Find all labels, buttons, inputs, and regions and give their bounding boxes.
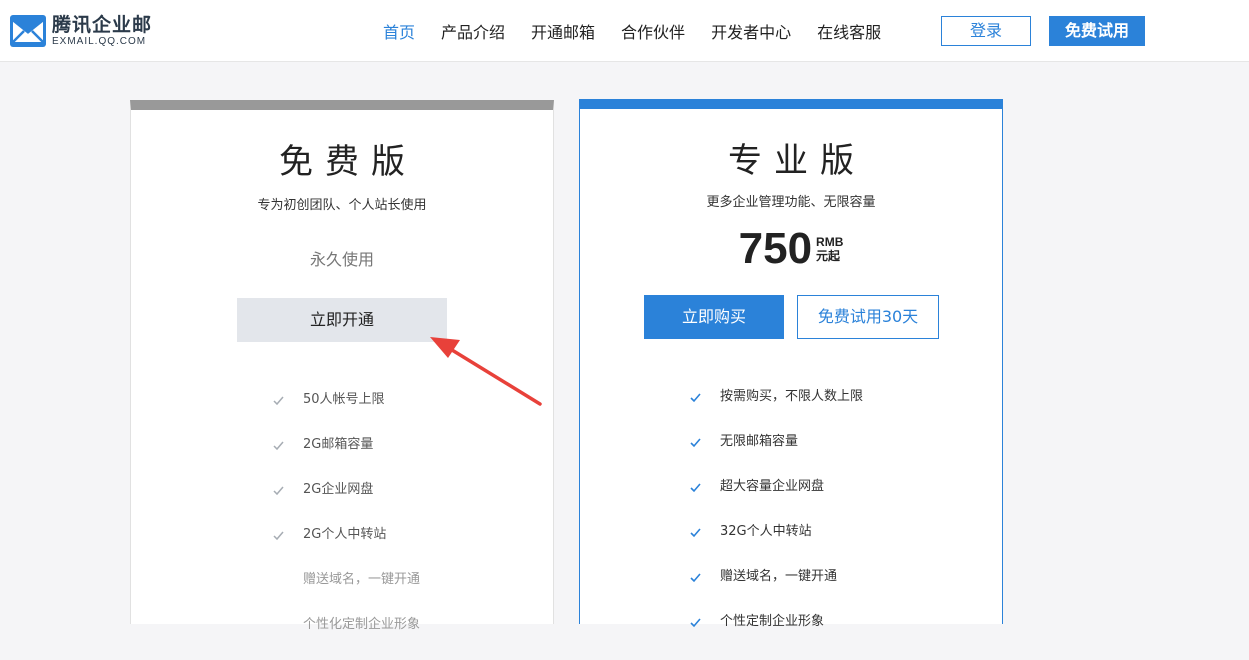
nav-item-support[interactable]: 在线客服: [804, 19, 894, 43]
check-icon: [690, 618, 701, 628]
feature-text: 无限邮箱容量: [720, 434, 799, 449]
feature-text: 50人帐号上限: [303, 392, 385, 407]
feature-item: 按需购买，不限人数上限: [580, 387, 1002, 432]
feature-item: 2G邮箱容量: [131, 435, 553, 480]
check-icon: [690, 528, 701, 538]
feature-text: 32G个人中转站: [720, 524, 812, 539]
pro-plan-title: 专业版: [728, 141, 866, 181]
check-icon: [273, 531, 284, 541]
free-plan-title: 免费版: [279, 142, 417, 182]
feature-item: 2G个人中转站: [131, 525, 553, 570]
free-plan-duration: 永久使用: [309, 250, 374, 269]
price-amount: 750: [738, 224, 813, 273]
exmail-logo-icon: [10, 15, 46, 47]
feature-item: 个性定制企业形象: [580, 612, 1002, 657]
feature-text: 个性化定制企业形象: [303, 617, 421, 632]
check-icon: [690, 438, 701, 448]
logo-chinese-name: 腾讯企业邮: [52, 13, 153, 36]
feature-item: 赠送域名，一键开通: [580, 567, 1002, 612]
pro-feature-list: 按需购买，不限人数上限 无限邮箱容量 超大容量企业网盘 32G个人中转站 赠送域…: [580, 387, 1002, 657]
pro-plan-subtitle: 更多企业管理功能、无限容量: [706, 195, 876, 210]
free-trial-button[interactable]: 免费试用: [1049, 16, 1145, 46]
main-nav: 首页 产品介绍 开通邮箱 合作伙伴 开发者中心 在线客服: [370, 0, 894, 62]
free-feature-list: 50人帐号上限 2G邮箱容量 2G企业网盘 2G个人中转站 赠送域名，一键开通 …: [131, 390, 553, 660]
feature-item: 赠送域名，一键开通: [131, 570, 553, 615]
check-icon: [690, 393, 701, 403]
feature-text: 赠送域名，一键开通: [303, 572, 421, 587]
price-unit: RMB 元起: [816, 235, 843, 263]
free-trial-30-days-button[interactable]: 免费试用30天: [797, 295, 939, 339]
price-currency: RMB: [816, 235, 844, 249]
price-suffix: 元起: [816, 249, 841, 263]
feature-item: 50人帐号上限: [131, 390, 553, 435]
free-plan-card: 免费版 专为初创团队、个人站长使用 永久使用 立即开通 50人帐号上限 2G邮箱…: [130, 100, 554, 632]
feature-text: 赠送域名，一键开通: [720, 569, 838, 584]
login-button[interactable]: 登录: [941, 16, 1031, 46]
feature-item: 超大容量企业网盘: [580, 477, 1002, 522]
nav-item-product[interactable]: 产品介绍: [428, 19, 518, 43]
nav-item-developer[interactable]: 开发者中心: [698, 19, 804, 43]
check-icon: [690, 483, 701, 493]
feature-item: 32G个人中转站: [580, 522, 1002, 567]
pro-price: 750 RMB 元起: [580, 227, 1002, 271]
feature-text: 2G个人中转站: [303, 527, 387, 542]
nav-item-partners[interactable]: 合作伙伴: [608, 19, 698, 43]
check-icon: [273, 441, 284, 451]
open-now-button[interactable]: 立即开通: [237, 298, 447, 342]
check-icon: [273, 396, 284, 406]
feature-item: 个性化定制企业形象: [131, 615, 553, 660]
feature-item: 2G企业网盘: [131, 480, 553, 525]
feature-text: 超大容量企业网盘: [720, 479, 825, 494]
free-plan-subtitle: 专为初创团队、个人站长使用: [257, 198, 427, 213]
feature-text: 个性定制企业形象: [720, 614, 825, 629]
feature-text: 2G企业网盘: [303, 482, 374, 497]
nav-item-home[interactable]: 首页: [370, 19, 428, 43]
top-header: 腾讯企业邮 EXMAIL.QQ.COM 首页 产品介绍 开通邮箱 合作伙伴 开发…: [0, 0, 1249, 62]
feature-text: 按需购买，不限人数上限: [720, 389, 864, 404]
check-icon: [690, 573, 701, 583]
feature-text: 2G邮箱容量: [303, 437, 374, 452]
logo-text: 腾讯企业邮 EXMAIL.QQ.COM: [52, 13, 153, 48]
pro-plan-card: 专业版 更多企业管理功能、无限容量 750 RMB 元起 立即购买 免费试用30…: [579, 99, 1003, 629]
logo-domain: EXMAIL.QQ.COM: [52, 35, 147, 47]
exmail-logo[interactable]: 腾讯企业邮 EXMAIL.QQ.COM: [10, 13, 152, 49]
feature-item: 无限邮箱容量: [580, 432, 1002, 477]
check-icon: [273, 486, 284, 496]
nav-item-open-mailbox[interactable]: 开通邮箱: [518, 19, 608, 43]
buy-now-button[interactable]: 立即购买: [644, 295, 784, 339]
